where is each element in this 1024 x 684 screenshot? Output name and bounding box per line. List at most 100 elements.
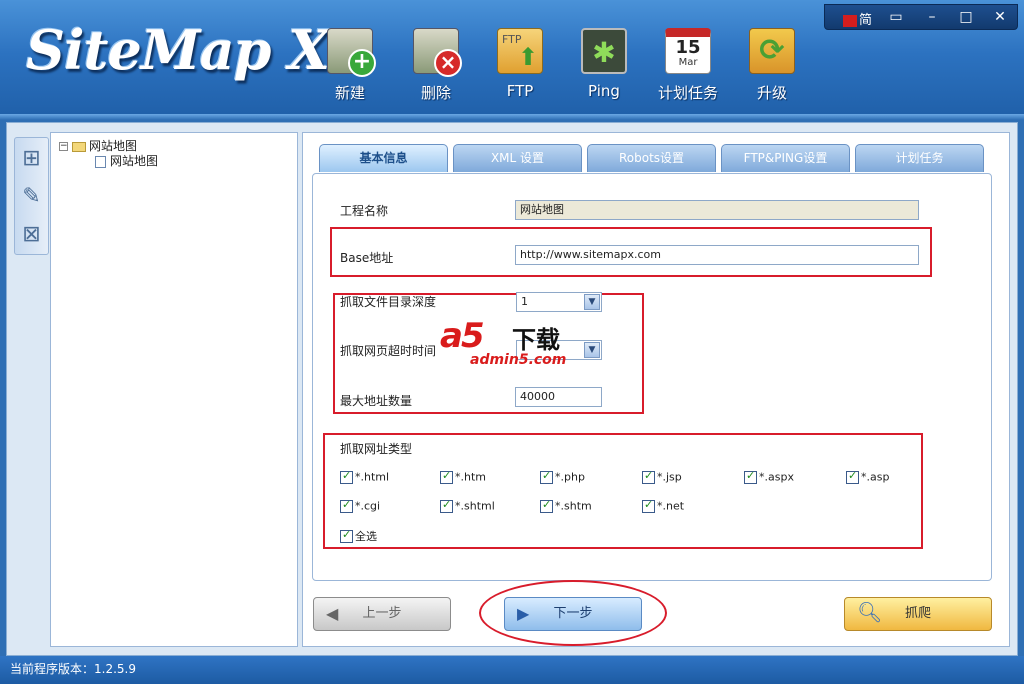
file-type-label: *.php (555, 470, 585, 484)
minimize-button[interactable]: – (921, 8, 943, 26)
remove-item-icon[interactable]: ⊠ (17, 218, 47, 252)
delete-button[interactable]: 删除 (404, 28, 468, 106)
new-project-icon (327, 28, 376, 77)
prev-step-label: 上一步 (362, 606, 402, 621)
magnifier-icon: 🔍︎ (857, 600, 883, 624)
base-url-field[interactable]: http://www.sitemapx.com (515, 245, 919, 265)
language-label: 简 (859, 13, 873, 28)
tree-child-label: 网站地图 (110, 154, 159, 168)
base-url-label: Base地址 (340, 251, 394, 265)
file-type-checkbox[interactable]: *.htm (440, 469, 486, 484)
file-types-highlight (323, 433, 923, 549)
document-icon (95, 155, 106, 168)
app-logo: SiteMap X (26, 18, 330, 102)
crawl-label: 抓爬 (904, 606, 931, 621)
close-button[interactable]: ✕ (989, 8, 1011, 26)
depth-label: 抓取文件目录深度 (340, 295, 437, 309)
file-type-label: *.jsp (657, 470, 682, 484)
ftp-button[interactable]: FTP FTP (488, 28, 552, 106)
file-type-checkbox[interactable]: *.shtm (540, 498, 592, 513)
new-button-label: 新建 (334, 84, 365, 102)
tree-expander[interactable]: − (59, 142, 68, 151)
project-name-label: 工程名称 (340, 204, 389, 218)
window-controls: 简 ▭ – □ ✕ (824, 4, 1018, 30)
maximize-button[interactable]: □ (955, 8, 977, 26)
arrow-left-icon: ◀ (326, 604, 339, 623)
watermark-site: admin5.com (470, 352, 567, 368)
timeout-label: 抓取网页超时时间 (340, 344, 437, 358)
prev-step-button[interactable]: ◀ 上一步 (313, 597, 451, 631)
a5-watermark-logo: a5 下载 admin5.com (440, 316, 590, 372)
ftp-upload-icon: FTP (497, 28, 543, 74)
version-label: 当前程序版本：1.2.5.9 (10, 662, 136, 676)
checkbox-checked-icon (642, 498, 655, 513)
skin-button[interactable]: ▭ (885, 8, 907, 26)
schedule-button[interactable]: 15 Mar 计划任务 (656, 28, 720, 106)
file-type-checkbox[interactable]: *.net (642, 498, 685, 513)
project-tree: − 网站地图 网站地图 (50, 132, 298, 647)
checkbox-checked-icon (340, 498, 353, 513)
calendar-month: Mar (678, 57, 698, 68)
chevron-down-icon: ▼ (584, 294, 600, 310)
calendar-icon: 15 Mar (665, 28, 711, 74)
next-step-button[interactable]: ▶ 下一步 (504, 597, 642, 631)
tab-basic-info[interactable]: 基本信息 (319, 144, 448, 172)
checkbox-checked-icon (642, 469, 655, 484)
upgrade-refresh-icon (749, 28, 795, 74)
file-type-checkbox[interactable]: *.shtml (440, 498, 495, 513)
status-bar: 当前程序版本：1.2.5.9 (0, 656, 1024, 684)
delete-button-label: 删除 (420, 84, 451, 102)
ping-spider-icon (581, 28, 627, 74)
new-button[interactable]: 新建 (318, 28, 382, 106)
project-name-field[interactable]: 网站地图 (515, 200, 919, 220)
checkbox-checked-icon (440, 469, 453, 484)
file-type-checkbox[interactable]: *.php (540, 469, 585, 484)
file-type-checkbox[interactable]: *.html (340, 469, 390, 484)
next-step-label: 下一步 (553, 606, 593, 621)
file-type-label: *.net (657, 499, 685, 513)
app-header: SiteMap X 新建 删除 FTP FTP Ping 15 Mar 计划任务 (0, 0, 1024, 120)
add-item-icon[interactable]: ⊞ (17, 142, 47, 176)
depth-select[interactable]: 1 ▼ (516, 292, 602, 312)
tab-xml-settings[interactable]: XML 设置 (453, 144, 582, 172)
upgrade-button[interactable]: 升级 (740, 28, 804, 106)
tree-child-node[interactable]: 网站地图 (95, 152, 158, 169)
checkbox-checked-icon (340, 469, 353, 484)
crawl-button[interactable]: 🔍︎ 抓爬 (844, 597, 992, 631)
file-type-checkbox[interactable]: *.aspx (744, 469, 794, 484)
ftp-icon-text: FTP (502, 33, 522, 46)
file-type-label: *.html (355, 470, 390, 484)
checkbox-checked-icon (540, 469, 553, 484)
depth-value: 1 (521, 295, 528, 308)
tab-robots-settings[interactable]: Robots设置 (587, 144, 716, 172)
ping-button[interactable]: Ping (572, 28, 636, 106)
checkbox-checked-icon (744, 469, 757, 484)
file-type-checkbox[interactable]: *.cgi (340, 498, 380, 513)
select-all-checkbox[interactable]: 全选 (340, 528, 377, 544)
upgrade-button-label: 升级 (756, 84, 787, 102)
calendar-day: 15 (675, 37, 701, 58)
flag-icon (843, 14, 857, 27)
delete-project-icon (413, 28, 462, 77)
ftp-button-label: FTP (506, 82, 534, 100)
max-urls-field[interactable]: 40000 (515, 387, 602, 407)
file-type-checkbox[interactable]: *.asp (846, 469, 889, 484)
file-type-label: *.htm (455, 470, 486, 484)
watermark-text: 下载 (512, 326, 560, 354)
file-types-label: 抓取网址类型 (340, 442, 413, 456)
tab-schedule[interactable]: 计划任务 (855, 144, 984, 172)
project-tool-strip: ⊞ ✎ ⊠ (14, 137, 49, 255)
edit-item-icon[interactable]: ✎ (17, 180, 47, 214)
language-switch[interactable]: 简 (843, 9, 873, 28)
file-type-checkbox[interactable]: *.jsp (642, 469, 682, 484)
file-type-label: *.shtm (555, 499, 592, 513)
checkbox-checked-icon (846, 469, 859, 484)
select-all-label: 全选 (355, 530, 377, 543)
logo-text: SiteMap X (26, 18, 330, 82)
folder-icon (72, 141, 86, 152)
ping-button-label: Ping (588, 82, 620, 100)
file-type-label: *.aspx (759, 470, 794, 484)
tab-ftp-ping-settings[interactable]: FTP&PING设置 (721, 144, 850, 172)
max-urls-label: 最大地址数量 (340, 394, 413, 408)
checkbox-checked-icon (540, 498, 553, 513)
